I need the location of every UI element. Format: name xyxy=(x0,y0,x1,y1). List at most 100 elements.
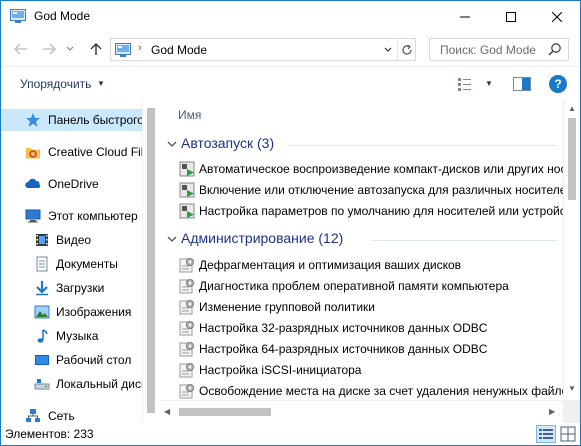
sidebar-item-label: Creative Cloud Files xyxy=(48,145,142,159)
breadcrumb-item[interactable]: God Mode xyxy=(151,43,207,57)
recent-locations-button[interactable] xyxy=(63,38,77,60)
item-label: Дефрагментация и оптимизация ваших диско… xyxy=(199,258,462,272)
command-bar: Упорядочить ▼ ▼ ? xyxy=(1,66,580,100)
onedrive-cloud-icon xyxy=(25,176,41,192)
sidebar-item-this-pc[interactable]: Этот компьютер xyxy=(1,205,142,227)
arrow-right-icon xyxy=(43,43,56,55)
chevron-down-icon[interactable] xyxy=(167,140,181,151)
scrollbar-thumb[interactable] xyxy=(568,118,576,200)
video-folder-icon xyxy=(34,232,50,248)
back-button[interactable] xyxy=(11,38,31,60)
item-label: Настройка iSCSI-инициатора xyxy=(199,363,362,377)
scrollbar-thumb[interactable] xyxy=(147,108,155,413)
sidebar-item-network[interactable]: Сеть xyxy=(1,405,142,423)
search-icon[interactable] xyxy=(548,42,562,59)
admin-tools-icon xyxy=(179,383,195,399)
documents-folder-icon xyxy=(34,256,50,272)
organize-button[interactable]: Упорядочить xyxy=(20,77,91,91)
group-title: Автозапуск (3) xyxy=(181,135,275,151)
admin-tools-icon xyxy=(179,320,195,336)
sidebar-item-label: Рабочий стол xyxy=(56,353,132,367)
close-button[interactable] xyxy=(534,1,580,32)
minimize-icon xyxy=(460,16,470,17)
sidebar-item-label: Панель быстрого доступа xyxy=(48,113,142,127)
maximize-icon xyxy=(506,11,516,22)
control-panel-icon xyxy=(10,9,26,23)
file-list: Имя Автозапуск (3) Автоматическое воспро… xyxy=(159,100,563,400)
scroll-left-icon[interactable]: ◀ xyxy=(164,407,170,416)
sidebar-item-downloads[interactable]: Загрузки xyxy=(1,277,142,299)
explorer-window: God Mode › God Mode Поиск: God Mode Упор… xyxy=(0,0,581,446)
sidebar-item-label: OneDrive xyxy=(48,177,99,191)
scroll-right-icon[interactable]: ▶ xyxy=(549,407,555,416)
file-list-vertical-scrollbar[interactable]: ▲ ▼ xyxy=(563,100,580,400)
window-title: God Mode xyxy=(34,9,91,23)
minimize-button[interactable] xyxy=(442,1,488,32)
chevron-down-icon xyxy=(66,46,74,51)
scroll-down-icon[interactable]: ▼ xyxy=(568,384,576,393)
sidebar-item-label: Загрузки xyxy=(56,281,105,295)
group-divider xyxy=(287,145,557,146)
sidebar-item-onedrive[interactable]: OneDrive xyxy=(1,173,142,195)
address-bar[interactable]: › God Mode xyxy=(110,38,416,61)
title-bar[interactable]: God Mode xyxy=(1,1,580,32)
large-icons-view-button[interactable] xyxy=(559,425,577,443)
large-icons-view-icon xyxy=(560,426,576,442)
chevron-down-icon[interactable]: ▼ xyxy=(97,79,105,88)
scrollbar-thumb[interactable] xyxy=(179,408,271,416)
sidebar-item-videos[interactable]: Видео xyxy=(1,229,142,251)
change-view-icon[interactable] xyxy=(457,76,473,95)
address-history-button[interactable] xyxy=(381,39,395,60)
refresh-button[interactable] xyxy=(397,39,415,60)
file-list-horizontal-scrollbar[interactable]: ◀ ▶ xyxy=(159,400,563,423)
search-input[interactable]: Поиск: God Mode xyxy=(440,43,536,57)
group-divider xyxy=(371,240,557,241)
item-count: Элементов: 233 xyxy=(5,427,94,441)
sidebar-item-quick-access[interactable]: Панель быстрого доступа xyxy=(1,109,142,131)
music-folder-icon xyxy=(34,328,50,344)
breadcrumb-separator[interactable]: › xyxy=(138,42,142,54)
sidebar-item-desktop[interactable]: Рабочий стол xyxy=(1,349,142,371)
item-label: Настройка параметров по умолчанию для но… xyxy=(199,204,563,218)
admin-tools-icon xyxy=(179,278,195,294)
pictures-folder-icon xyxy=(34,304,50,320)
network-icon xyxy=(25,408,41,423)
chevron-down-icon[interactable] xyxy=(167,235,181,246)
sidebar-item-label: Этот компьютер xyxy=(48,209,138,223)
up-button[interactable] xyxy=(86,38,106,60)
star-icon xyxy=(25,112,41,128)
sidebar-item-local-disk[interactable]: Локальный диск (C:) xyxy=(1,373,142,395)
forward-button[interactable] xyxy=(39,38,59,60)
search-box[interactable]: Поиск: God Mode xyxy=(429,38,569,61)
refresh-icon xyxy=(401,44,412,55)
group-header-administration[interactable]: Администрирование (12) xyxy=(167,230,343,250)
item-label: Настройка 32-разрядных источников данных… xyxy=(199,321,488,335)
help-button[interactable]: ? xyxy=(549,75,567,93)
sidebar-item-creative-cloud[interactable]: Creative Cloud Files xyxy=(1,141,142,163)
sidebar-item-music[interactable]: Музыка xyxy=(1,325,142,347)
item-label: Диагностика проблем оперативной памяти к… xyxy=(199,279,509,293)
preview-pane-icon[interactable] xyxy=(513,76,531,95)
chevron-down-icon[interactable]: ▼ xyxy=(485,79,493,88)
control-panel-icon xyxy=(115,43,131,57)
sidebar-item-label: Видео xyxy=(56,233,92,247)
arrow-left-icon xyxy=(14,43,27,55)
item-label: Автоматическое воспроизведение компакт-д… xyxy=(199,162,563,176)
close-icon xyxy=(552,11,562,22)
group-header-autoplay[interactable]: Автозапуск (3) xyxy=(167,135,274,155)
admin-tools-icon xyxy=(179,341,195,357)
scroll-up-icon[interactable]: ▲ xyxy=(568,104,576,113)
sidebar-item-pictures[interactable]: Изображения xyxy=(1,301,142,323)
column-header-name[interactable]: Имя xyxy=(178,108,201,122)
maximize-button[interactable] xyxy=(488,1,534,32)
item-label: Изменение групповой политики xyxy=(199,300,375,314)
navigation-pane: Панель быстрого доступа Creative Cloud F… xyxy=(1,100,142,423)
chevron-down-icon xyxy=(384,47,392,52)
address-toolbar: › God Mode Поиск: God Mode xyxy=(1,32,580,66)
sidebar-item-label: Музыка xyxy=(56,329,99,343)
sidebar-item-documents[interactable]: Документы xyxy=(1,253,142,275)
navigation-pane-scrollbar[interactable] xyxy=(142,100,159,423)
details-view-button[interactable] xyxy=(536,425,556,443)
desktop-folder-icon xyxy=(34,352,50,368)
sidebar-item-label: Локальный диск (C:) xyxy=(56,377,142,391)
